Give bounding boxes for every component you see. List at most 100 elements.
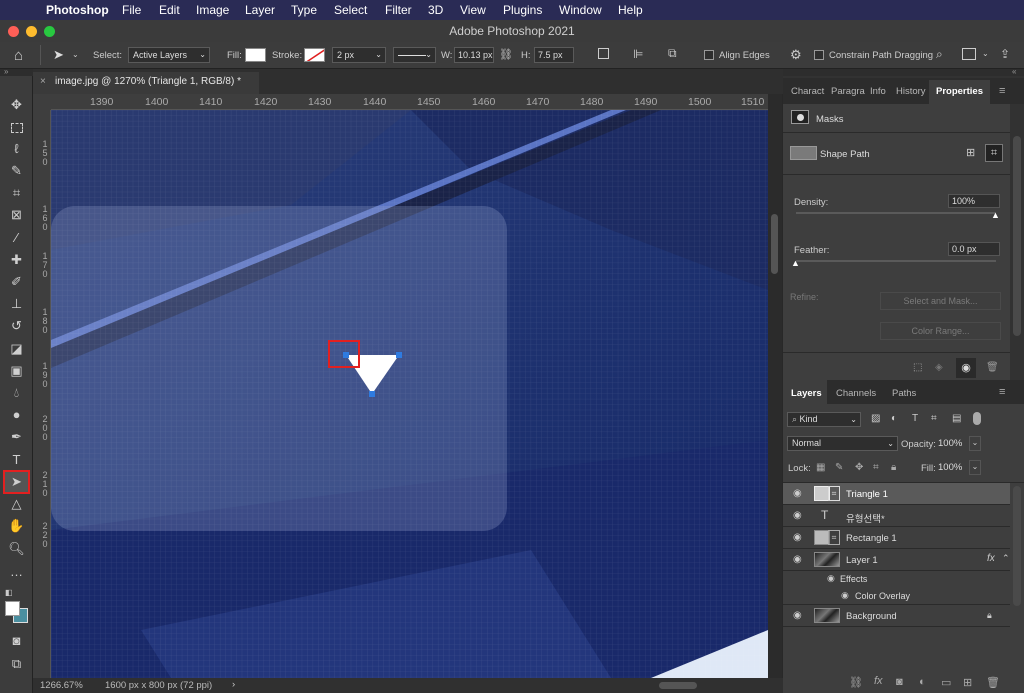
horizontal-ruler[interactable]: 1390 1400 1410 1420 1430 1440 1450 1460 … xyxy=(51,94,768,110)
expand-toolbar-icon[interactable]: » xyxy=(4,67,8,76)
opacity-field[interactable]: 100% xyxy=(938,436,968,451)
stroke-type-dropdown[interactable]: ⌄ xyxy=(393,47,436,63)
chevron-down-icon[interactable]: ⌄ xyxy=(982,49,989,58)
filter-smart-object-icon[interactable]: ▤ xyxy=(952,413,961,424)
path-operations-icon[interactable] xyxy=(598,48,609,59)
lock-position-icon[interactable]: ✥ xyxy=(855,462,863,473)
document-canvas[interactable] xyxy=(51,110,768,678)
stroke-swatch[interactable] xyxy=(304,48,325,62)
filter-type-icon[interactable]: T xyxy=(912,413,918,424)
dodge-tool-icon[interactable]: ● xyxy=(5,405,28,425)
blend-mode-dropdown[interactable]: Normal ⌄ xyxy=(787,436,898,451)
align-edges-checkbox[interactable] xyxy=(704,50,714,60)
chevron-right-icon[interactable]: › xyxy=(232,679,235,690)
tab-properties[interactable]: Properties xyxy=(936,86,983,97)
trash-icon[interactable]: 🗑︎ xyxy=(986,676,1000,689)
eraser-tool-icon[interactable]: ◪ xyxy=(5,339,28,359)
tab-info[interactable]: Info xyxy=(870,86,886,97)
layer-row-background[interactable]: ◉ Background 🔒︎ xyxy=(783,605,1010,627)
apply-mask-icon[interactable]: ◈ xyxy=(935,362,943,373)
frame-tool-icon[interactable]: ⊠ xyxy=(5,205,28,225)
width-field[interactable]: 10.13 px xyxy=(454,47,494,63)
lock-transparent-icon[interactable]: ▦ xyxy=(816,462,825,473)
healing-brush-tool-icon[interactable]: ✚ xyxy=(5,250,28,270)
properties-scrollbar[interactable] xyxy=(1013,136,1021,336)
workspace-icon[interactable] xyxy=(962,48,976,60)
kind-filter-dropdown[interactable]: ⌕ Kind ⌄ xyxy=(787,412,861,427)
trash-icon[interactable]: 🗑︎ xyxy=(986,362,999,373)
tab-character[interactable]: Charact xyxy=(791,86,824,97)
fill-field[interactable]: 100% xyxy=(938,460,968,475)
collapse-panels-icon[interactable]: « xyxy=(1012,67,1016,76)
path-alignment-icon[interactable]: ⊫ xyxy=(633,47,643,61)
panel-menu-icon[interactable]: ≡ xyxy=(999,85,1005,97)
zoom-tool-icon[interactable]: 🔍︎ xyxy=(5,539,28,559)
menu-view[interactable]: View xyxy=(460,3,486,17)
add-mask-icon[interactable]: ◙ xyxy=(896,676,903,688)
menu-layer[interactable]: Layer xyxy=(245,3,275,17)
filter-adjustment-icon[interactable]: ◐ xyxy=(891,413,897,424)
menu-filter[interactable]: Filter xyxy=(385,3,412,17)
close-window-icon[interactable] xyxy=(8,26,19,37)
menu-image[interactable]: Image xyxy=(196,3,229,17)
eye-icon[interactable]: ◉ xyxy=(793,533,803,543)
eye-icon[interactable]: ◉ xyxy=(793,555,803,565)
pen-tool-icon[interactable]: ✒ xyxy=(5,427,28,447)
layer-row-triangle-1[interactable]: ◉ ⌗ Triangle 1 xyxy=(783,483,1010,505)
fx-indicator[interactable]: fx xyxy=(987,553,995,564)
search-icon[interactable]: ⌕ xyxy=(936,47,943,62)
panel-menu-icon[interactable]: ≡ xyxy=(999,386,1005,398)
new-group-icon[interactable]: ▭ xyxy=(941,676,951,689)
edit-toolbar-icon[interactable]: … xyxy=(5,562,28,582)
layer-effects-row[interactable]: ◉ Effects xyxy=(783,571,1010,588)
link-layers-icon[interactable]: ⛓ xyxy=(849,676,863,689)
density-field[interactable]: 100% xyxy=(948,194,1000,208)
crop-tool-icon[interactable]: ⌗ xyxy=(5,183,28,203)
chevron-down-icon[interactable]: ⌄ xyxy=(969,436,981,451)
add-layer-style-icon[interactable]: fx xyxy=(874,675,883,687)
screen-mode-icon[interactable]: ⧉ xyxy=(5,654,28,674)
minimize-window-icon[interactable] xyxy=(26,26,37,37)
menu-window[interactable]: Window xyxy=(559,3,602,17)
vertical-scrollbar[interactable] xyxy=(768,94,782,678)
menu-type[interactable]: Type xyxy=(291,3,317,17)
density-slider[interactable]: ▲ xyxy=(796,211,1000,220)
adjustment-layer-icon[interactable]: ◐ xyxy=(919,676,926,688)
close-tab-icon[interactable]: × xyxy=(40,72,46,92)
brush-tool-icon[interactable]: ✐ xyxy=(5,272,28,292)
filter-shape-icon[interactable]: ⌗ xyxy=(931,413,937,424)
lock-all-icon[interactable]: 🔒︎ xyxy=(891,462,896,473)
chevron-up-icon[interactable]: ⌃ xyxy=(1002,553,1010,564)
document-tab[interactable]: × image.jpg @ 1270% (Triangle 1, RGB/8) … xyxy=(33,72,259,94)
density-slider-thumb[interactable]: ▲ xyxy=(991,211,1000,220)
link-icon[interactable]: ⛓ xyxy=(499,48,513,61)
blur-tool-icon[interactable]: 💧︎ xyxy=(5,383,28,403)
gear-icon[interactable]: ⚙ xyxy=(790,47,802,63)
tab-layers[interactable]: Layers xyxy=(791,388,822,399)
shape-tool-icon[interactable]: △ xyxy=(5,494,28,514)
zoom-window-icon[interactable] xyxy=(44,26,55,37)
menu-file[interactable]: File xyxy=(122,3,141,17)
color-range-button[interactable]: Color Range... xyxy=(880,322,1001,340)
move-tool-icon[interactable]: ✥ xyxy=(5,95,28,115)
foreground-color-swatch[interactable] xyxy=(5,601,20,616)
tab-paragraph[interactable]: Paragra xyxy=(831,86,865,97)
menu-3d[interactable]: 3D xyxy=(428,3,443,17)
eye-icon[interactable]: ◉ xyxy=(793,511,803,521)
lock-image-icon[interactable]: ✎ xyxy=(835,462,843,473)
vertical-ruler[interactable]: 150 160 170 180 190 200 210 220 xyxy=(33,110,51,678)
tab-paths[interactable]: Paths xyxy=(892,388,916,399)
menu-plugins[interactable]: Plugins xyxy=(503,3,542,17)
eyedropper-tool-icon[interactable]: ⁄ xyxy=(5,228,28,248)
filter-pixel-icon[interactable]: ▨ xyxy=(871,413,880,424)
layers-scrollbar[interactable] xyxy=(1013,486,1021,606)
anchor-point[interactable] xyxy=(396,352,402,358)
quick-selection-tool-icon[interactable]: ✎ xyxy=(5,161,28,181)
home-icon[interactable]: ⌂ xyxy=(14,47,23,64)
add-vector-mask-icon[interactable]: ⌗ xyxy=(985,144,1003,162)
eye-icon[interactable]: ◉ xyxy=(841,590,849,601)
eye-icon[interactable]: ◉ xyxy=(956,358,976,378)
eye-icon[interactable]: ◉ xyxy=(793,489,803,499)
clone-stamp-tool-icon[interactable]: ⊥ xyxy=(5,294,28,314)
lock-artboard-icon[interactable]: ⌗ xyxy=(873,462,879,473)
